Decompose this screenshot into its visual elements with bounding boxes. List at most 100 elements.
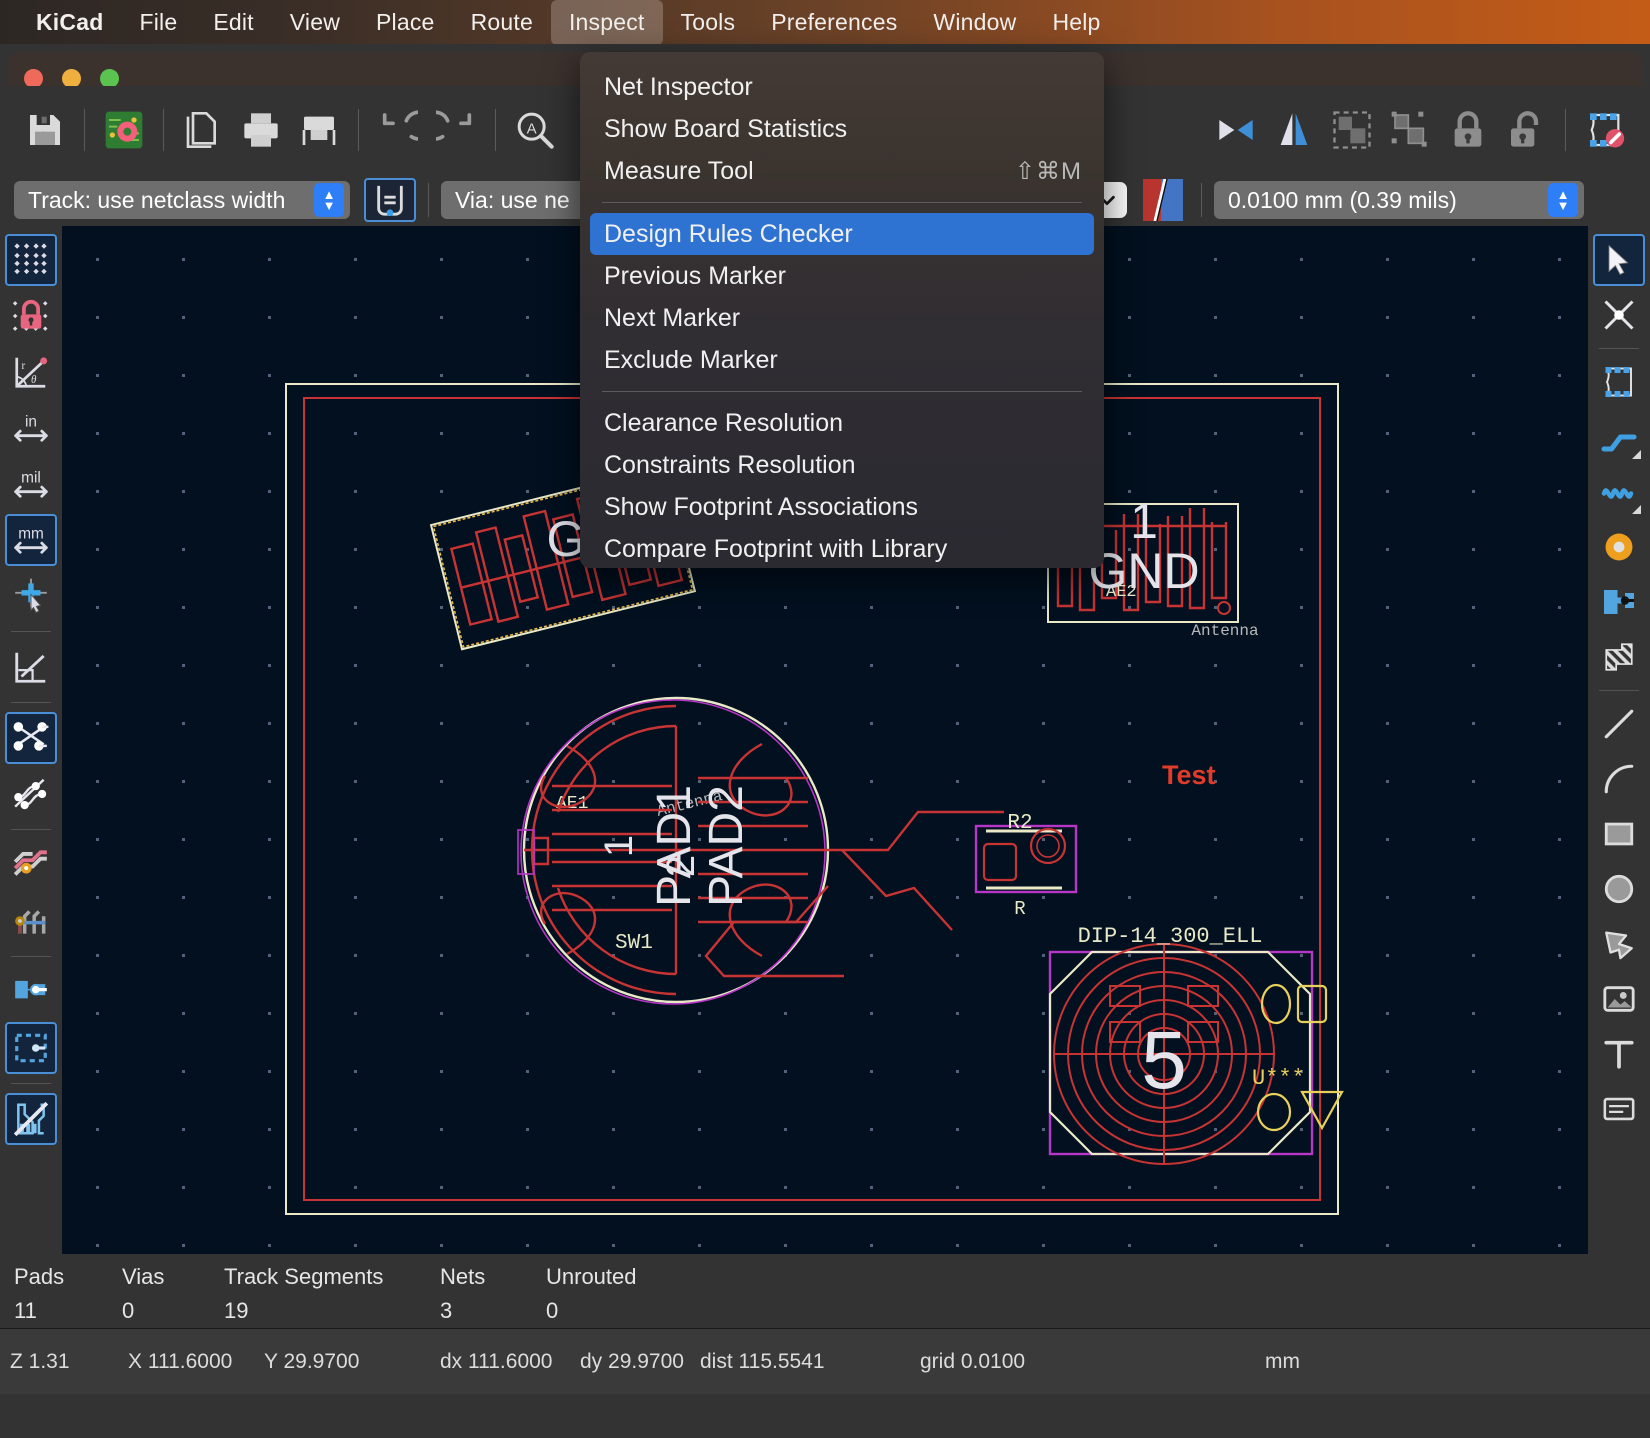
toolbar2-separator <box>428 183 429 217</box>
add-zone-tool-icon[interactable] <box>1593 576 1645 628</box>
track-segments-value: 19 <box>224 1298 249 1323</box>
zoom-level: Z 1.31 <box>10 1350 70 1373</box>
highlight-net-tool-icon[interactable] <box>1593 289 1645 341</box>
find-icon[interactable]: A <box>506 101 564 159</box>
draw-line-tool-icon[interactable] <box>1593 698 1645 750</box>
add-dimension-tool-icon[interactable] <box>1593 1083 1645 1135</box>
unlock-icon[interactable] <box>1497 101 1555 159</box>
print-icon[interactable] <box>232 101 290 159</box>
track-width-select[interactable]: Track: use netclass width ▲ ▼ <box>14 181 350 219</box>
unrouted-header: Unrouted <box>546 1264 637 1289</box>
track-width-stepper[interactable]: ▲ ▼ <box>314 183 344 217</box>
grid-size-value: 0.0100 mm (0.39 mils) <box>1228 186 1457 213</box>
draw-circle-tool-icon[interactable] <box>1593 863 1645 915</box>
grid-lock-icon[interactable] <box>5 290 57 342</box>
pad-fill-icon[interactable] <box>5 966 57 1018</box>
add-footprint-tool-icon[interactable] <box>1593 356 1645 408</box>
menu-item-constraints-resolution[interactable]: Constraints Resolution <box>580 444 1104 486</box>
layer-pair-swatch[interactable] <box>1137 178 1189 222</box>
undo-icon[interactable] <box>369 101 427 159</box>
add-text-tool-icon[interactable] <box>1593 1028 1645 1080</box>
units-mils-icon[interactable]: mil <box>5 458 57 510</box>
mirror-horizontal-icon[interactable] <box>1207 101 1265 159</box>
units-mm-icon[interactable]: mm <box>5 514 57 566</box>
track-netclass-toggle-icon[interactable] <box>364 178 416 222</box>
units-inches-icon[interactable]: in <box>5 402 57 454</box>
dip-pad-trapezoid <box>1300 1090 1344 1131</box>
menu-item-label: Exclude Marker <box>604 345 778 374</box>
draw-arc-tool-icon[interactable] <box>1593 753 1645 805</box>
menu-item-show-board-statistics[interactable]: Show Board Statistics <box>580 108 1104 150</box>
menu-item-previous-marker[interactable]: Previous Marker <box>580 255 1104 297</box>
menu-item-window[interactable]: Window <box>915 0 1034 45</box>
status-bar-coordinates: Z 1.31 X 111.6000 Y 29.9700 dx 111.6000 … <box>0 1328 1650 1394</box>
menu-item-label: Constraints Resolution <box>604 450 856 479</box>
curved-ratsnest-icon[interactable] <box>5 768 57 820</box>
menu-item-clearance-resolution[interactable]: Clearance Resolution <box>580 402 1104 444</box>
sw1-reference-label: SW1 <box>615 932 653 955</box>
status-bar-counts: Pads 11 Vias 0 Track Segments 19 Nets 3 … <box>0 1254 1650 1328</box>
test-text-item[interactable]: Test <box>1162 760 1216 790</box>
route-track-tool-icon[interactable] <box>1593 411 1645 463</box>
draw-polygon-tool-icon[interactable] <box>1593 918 1645 970</box>
track-fill-icon[interactable] <box>5 839 57 891</box>
menu-item-label: Measure Tool <box>604 156 754 185</box>
menu-item-kicad[interactable]: KiCad <box>18 0 121 45</box>
show-ratsnest-icon[interactable] <box>5 712 57 764</box>
group-icon[interactable] <box>1323 101 1381 159</box>
menu-item-exclude-marker[interactable]: Exclude Marker <box>580 339 1104 381</box>
mirror-vertical-icon[interactable] <box>1265 101 1323 159</box>
toolbar-separator <box>84 109 85 151</box>
select-tool-icon[interactable] <box>1593 234 1645 286</box>
menu-item-measure-tool[interactable]: Measure Tool ⇧⌘M <box>580 150 1104 192</box>
cursor-x: X 111.6000 <box>128 1350 233 1373</box>
menu-item-compare-footprint-with-library[interactable]: Compare Footprint with Library <box>580 528 1104 570</box>
menu-item-show-footprint-associations[interactable]: Show Footprint Associations <box>580 486 1104 528</box>
menu-item-file[interactable]: File <box>121 0 195 45</box>
route-differential-pair-tool-icon[interactable] <box>1593 466 1645 518</box>
menu-item-label: Next Marker <box>604 303 741 332</box>
menu-item-route[interactable]: Route <box>453 0 551 45</box>
page-settings-icon[interactable] <box>174 101 232 159</box>
menu-item-net-inspector[interactable]: Net Inspector <box>580 66 1104 108</box>
add-image-tool-icon[interactable] <box>1593 973 1645 1025</box>
r2-pad2-hole <box>1036 834 1060 858</box>
grid-size-stepper[interactable]: ▲ ▼ <box>1548 183 1578 217</box>
pad-sketch-icon[interactable] <box>5 1022 57 1074</box>
menu-item-tools[interactable]: Tools <box>663 0 754 45</box>
menu-item-view[interactable]: View <box>272 0 358 45</box>
right-drawing-toolbar <box>1588 226 1650 1254</box>
plot-icon[interactable] <box>290 101 348 159</box>
zone-display-icon[interactable] <box>5 1093 57 1145</box>
menu-item-place[interactable]: Place <box>358 0 453 45</box>
add-rule-area-tool-icon[interactable] <box>1593 631 1645 683</box>
menu-item-inspect[interactable]: Inspect <box>550 0 663 45</box>
toggle-grid-icon[interactable] <box>5 234 57 286</box>
via-fill-icon[interactable] <box>5 895 57 947</box>
board-setup-icon[interactable] <box>95 101 153 159</box>
sw1-pad1-number: 1 <box>597 835 641 857</box>
r2-pad1 <box>982 842 1018 882</box>
menu-separator <box>602 202 1082 203</box>
draw-rectangle-tool-icon[interactable] <box>1593 808 1645 860</box>
footprint-editor-icon[interactable] <box>1576 101 1634 159</box>
full-crosshair-icon[interactable] <box>5 570 57 622</box>
left-separator <box>11 1083 51 1084</box>
dip-pad-round <box>1260 983 1292 1025</box>
vias-header: Vias <box>122 1264 165 1289</box>
grid-size-select[interactable]: 0.0100 mm (0.39 mils) ▲ ▼ <box>1214 181 1584 219</box>
footprint-r2[interactable] <box>974 824 1078 894</box>
menu-item-help[interactable]: Help <box>1034 0 1118 45</box>
ungroup-icon[interactable] <box>1381 101 1439 159</box>
menu-item-edit[interactable]: Edit <box>195 0 271 45</box>
menu-item-preferences[interactable]: Preferences <box>753 0 915 45</box>
lock-icon[interactable] <box>1439 101 1497 159</box>
footprint-dip14[interactable] <box>1048 943 1344 1165</box>
save-icon[interactable] <box>16 101 74 159</box>
polar-coords-icon[interactable]: r θ <box>5 346 57 398</box>
redo-icon[interactable] <box>427 101 485 159</box>
show-ratsnest-lines-icon[interactable] <box>5 641 57 693</box>
add-via-tool-icon[interactable] <box>1593 521 1645 573</box>
menu-item-next-marker[interactable]: Next Marker <box>580 297 1104 339</box>
menu-item-design-rules-checker[interactable]: Design Rules Checker <box>590 213 1094 255</box>
